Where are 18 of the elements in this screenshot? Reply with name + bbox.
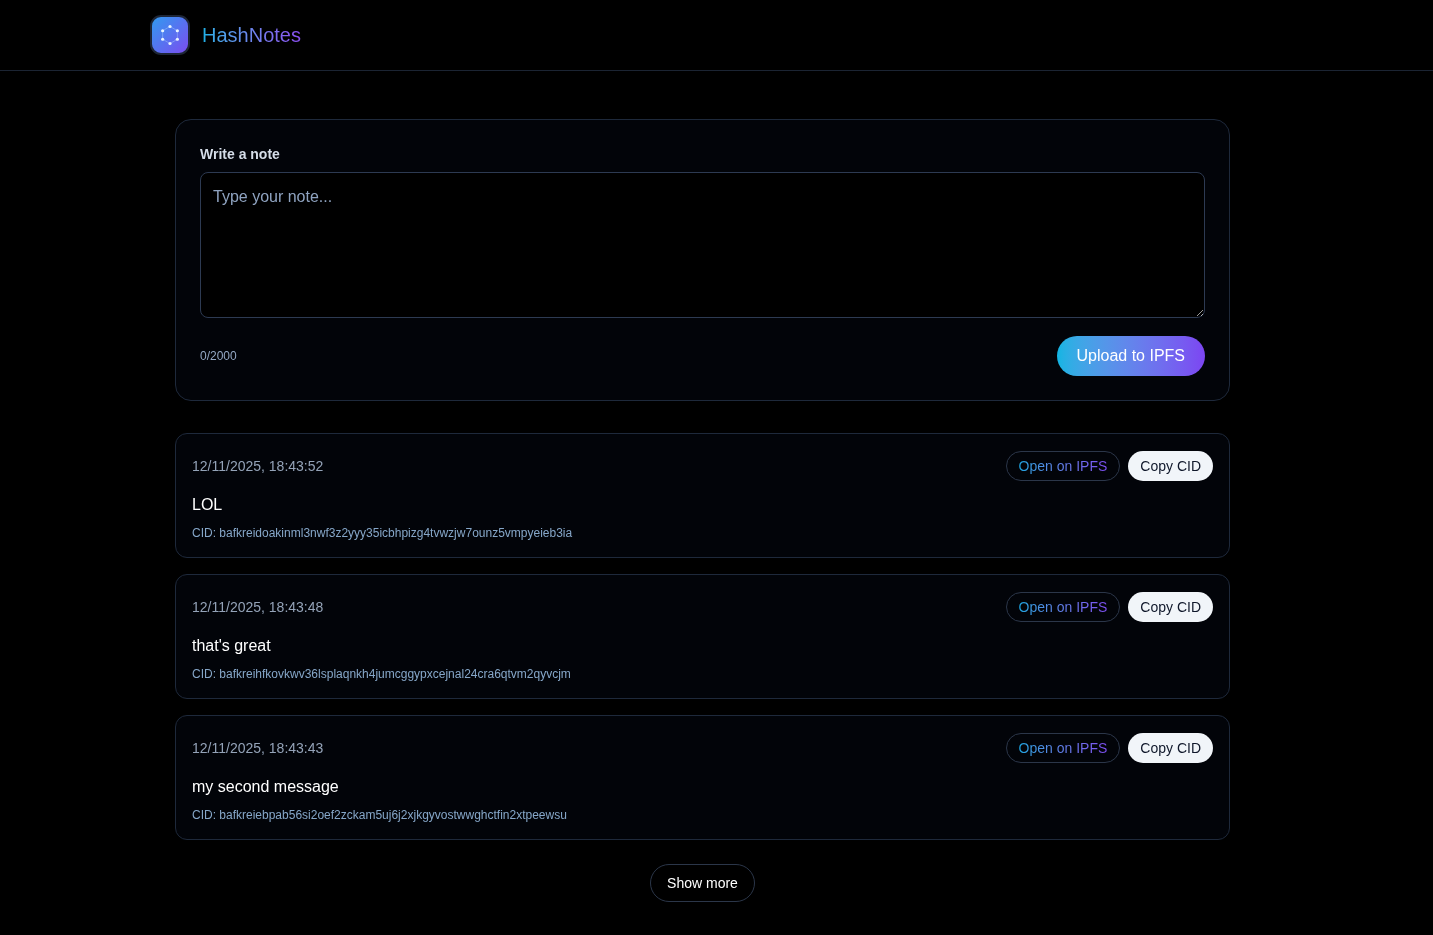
show-more-button[interactable]: Show more [650,864,755,902]
copy-cid-button[interactable]: Copy CID [1128,733,1213,763]
logo-icon [150,15,190,55]
note-timestamp: 12/11/2025, 18:43:43 [192,739,324,758]
copy-cid-button[interactable]: Copy CID [1128,451,1213,481]
note-input[interactable]: Type your note... [200,172,1205,318]
note-cid: CID: bafkreidoakinml3nwf3z2yyy35icbhpizg4tvwzjw7ounz5vmpyeieb3ia [192,525,574,541]
note-text: LOL [192,495,224,515]
note-cid: CID: bafkreiebpab56si2oef2zckam5uj6j2xjkgyvostwwghctfin2xtpeewsu [192,807,568,823]
copy-cid-button[interactable]: Copy CID [1128,592,1213,622]
character-counter: 0/2000 [200,348,237,364]
note-text: my second message [192,777,340,797]
composer-label: Write a note [200,145,281,164]
upload-button[interactable]: Upload to IPFS [1056,336,1205,376]
note-timestamp: 12/11/2025, 18:43:48 [192,598,324,617]
note-text: that's great [192,636,272,656]
note-cid: CID: bafkreihfkovkwv36lsplaqnkh4jumcggypxcejnal24cra6qtvm2qyvcjm [192,666,572,682]
note-timestamp: 12/11/2025, 18:43:52 [192,457,324,476]
